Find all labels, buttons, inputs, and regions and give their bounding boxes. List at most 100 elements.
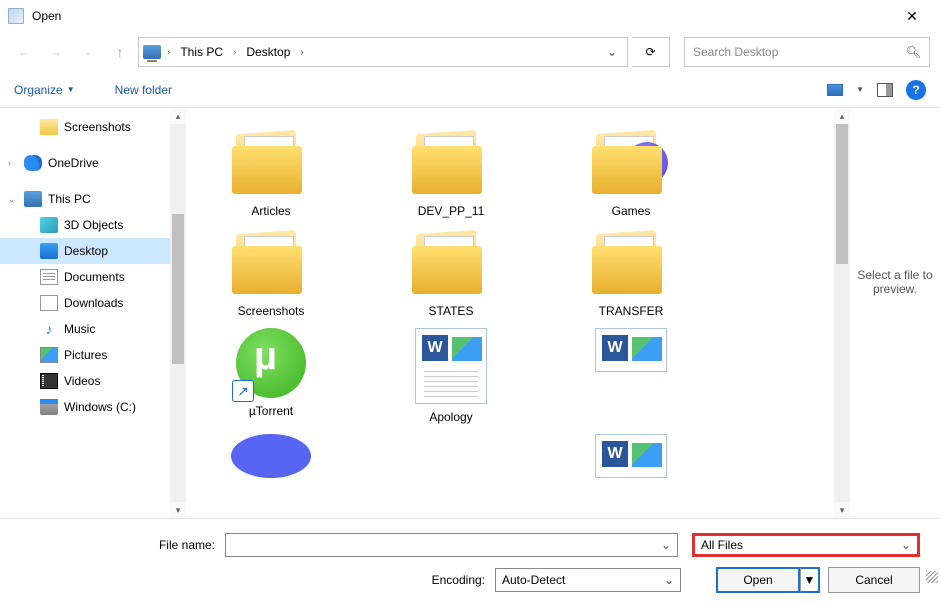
chevron-right-icon[interactable]: ›: [8, 158, 11, 168]
navigation-tree[interactable]: Screenshots ›OneDrive ⌄This PC 3D Object…: [0, 108, 186, 518]
search-input[interactable]: Search Desktop 🔍︎: [684, 37, 930, 67]
music-icon: ♪: [40, 321, 58, 337]
tree-item-documents[interactable]: Documents: [0, 264, 186, 290]
file-label: Articles: [251, 204, 290, 218]
tree-item-3dobjects[interactable]: 3D Objects: [0, 212, 186, 238]
resize-grip[interactable]: [926, 571, 938, 583]
file-partial-4[interactable]: W: [556, 434, 706, 478]
tree-label: Screenshots: [64, 120, 131, 134]
open-split-button[interactable]: ▼: [800, 567, 820, 593]
file-partial-1[interactable]: W: [556, 328, 706, 424]
file-partial-2[interactable]: [196, 434, 346, 478]
tree-item-pictures[interactable]: Pictures: [0, 342, 186, 368]
folder-icon: [226, 228, 316, 298]
nav-recent-dropdown[interactable]: ⌄: [74, 38, 102, 66]
chevron-right-icon[interactable]: ›: [231, 47, 238, 58]
scroll-up-button[interactable]: ▴: [834, 108, 850, 124]
organize-button[interactable]: Organize ▼: [14, 83, 75, 97]
word-doc-icon: W: [415, 328, 487, 404]
grid-scrollbar[interactable]: ▴ ▾: [834, 108, 850, 518]
drive-icon: [40, 399, 58, 415]
tree-label: 3D Objects: [64, 218, 123, 232]
scroll-track[interactable]: [834, 264, 850, 502]
desktop-icon: [40, 243, 58, 259]
folder-dev-pp-11[interactable]: DEV_PP_11: [376, 128, 526, 218]
file-label: TRANSFER: [599, 304, 664, 318]
chevron-down-icon[interactable]: ⌄: [8, 194, 16, 205]
tree-scrollbar[interactable]: ▴ ▾: [170, 108, 186, 518]
scroll-up-button[interactable]: ▴: [170, 108, 186, 124]
new-folder-button[interactable]: New folder: [115, 83, 172, 97]
folder-icon: [586, 228, 676, 298]
folder-icon: [40, 119, 58, 135]
open-button[interactable]: Open: [716, 567, 800, 593]
organize-label: Organize: [14, 83, 63, 97]
body: Screenshots ›OneDrive ⌄This PC 3D Object…: [0, 108, 940, 518]
pane-icon: [877, 83, 893, 97]
folder-articles[interactable]: Articles: [196, 128, 346, 218]
address-bar[interactable]: › This PC › Desktop › ⌄: [138, 37, 628, 67]
preview-pane: Select a file to preview.: [850, 108, 940, 518]
filetype-dropdown[interactable]: All Files ⌄: [692, 533, 920, 557]
picture-icon: [827, 84, 843, 96]
navbar: ← → ⌄ ↑ › This PC › Desktop › ⌄ ⟳ Search…: [0, 32, 940, 72]
tree-item-thispc[interactable]: ⌄This PC: [0, 186, 186, 212]
shortcut-utorrent[interactable]: ↗ µTorrent: [196, 328, 346, 424]
tree-item-onedrive[interactable]: ›OneDrive: [0, 150, 186, 176]
file-label: DEV_PP_11: [418, 204, 485, 218]
filename-dropdown[interactable]: ⌄: [661, 538, 671, 552]
file-label: Apology: [429, 410, 472, 424]
folder-transfer[interactable]: TRANSFER: [556, 228, 706, 318]
tree-label: Downloads: [64, 296, 123, 310]
folder-screenshots[interactable]: Screenshots: [196, 228, 346, 318]
downloads-icon: [40, 295, 58, 311]
scroll-thumb[interactable]: [172, 214, 184, 364]
close-button[interactable]: ✕: [892, 2, 932, 30]
bottom-panel: File name: ⌄ All Files ⌄ Encoding: Auto-…: [0, 518, 940, 613]
folder-icon: [226, 128, 316, 198]
view-mode-dropdown[interactable]: ▼: [856, 85, 864, 94]
file-grid[interactable]: Articles DEV_PP_11 Games Screenshots STA…: [186, 108, 834, 518]
folder-games[interactable]: Games: [556, 128, 706, 218]
tree-label: Documents: [64, 270, 125, 284]
file-label: µTorrent: [249, 404, 293, 418]
tree-item-drive-c[interactable]: Windows (C:): [0, 394, 186, 420]
nav-forward-button[interactable]: →: [42, 38, 70, 66]
cancel-button[interactable]: Cancel: [828, 567, 920, 593]
file-apology[interactable]: W Apology: [376, 328, 526, 424]
videos-icon: [40, 373, 58, 389]
preview-pane-button[interactable]: [874, 80, 896, 100]
scroll-down-button[interactable]: ▾: [834, 502, 850, 518]
nav-up-button[interactable]: ↑: [106, 38, 134, 66]
help-button[interactable]: ?: [906, 80, 926, 100]
tree-item-screenshots[interactable]: Screenshots: [0, 114, 186, 140]
folder-states[interactable]: STATES: [376, 228, 526, 318]
word-doc-icon: W: [595, 434, 667, 478]
pc-icon: [24, 191, 42, 207]
discord-icon: [231, 434, 311, 478]
preview-placeholder: Select a file to preview.: [850, 268, 940, 296]
scroll-down-button[interactable]: ▾: [170, 502, 186, 518]
breadcrumb-desktop[interactable]: Desktop: [242, 43, 294, 61]
chevron-down-icon: ⌄: [901, 538, 911, 552]
search-icon: 🔍︎: [906, 45, 921, 59]
nav-back-button[interactable]: ←: [10, 38, 38, 66]
encoding-dropdown[interactable]: Auto-Detect ⌄: [495, 568, 681, 592]
scroll-thumb[interactable]: [836, 124, 848, 264]
view-mode-button[interactable]: [824, 80, 846, 100]
tree-item-downloads[interactable]: Downloads: [0, 290, 186, 316]
tree-item-videos[interactable]: Videos: [0, 368, 186, 394]
refresh-button[interactable]: ⟳: [632, 37, 670, 67]
tree-label: Music: [64, 322, 95, 336]
address-dropdown[interactable]: ⌄: [601, 45, 623, 59]
documents-icon: [40, 269, 58, 285]
tree-item-desktop[interactable]: Desktop: [0, 238, 186, 264]
chevron-right-icon[interactable]: ›: [298, 47, 305, 58]
filename-input[interactable]: ⌄: [225, 533, 678, 557]
window-title: Open: [32, 9, 892, 23]
file-label: Games: [612, 204, 651, 218]
chevron-right-icon[interactable]: ›: [165, 47, 172, 58]
tree-item-music[interactable]: ♪ Music: [0, 316, 186, 342]
filename-label: File name:: [20, 538, 215, 552]
breadcrumb-thispc[interactable]: This PC: [176, 43, 227, 61]
